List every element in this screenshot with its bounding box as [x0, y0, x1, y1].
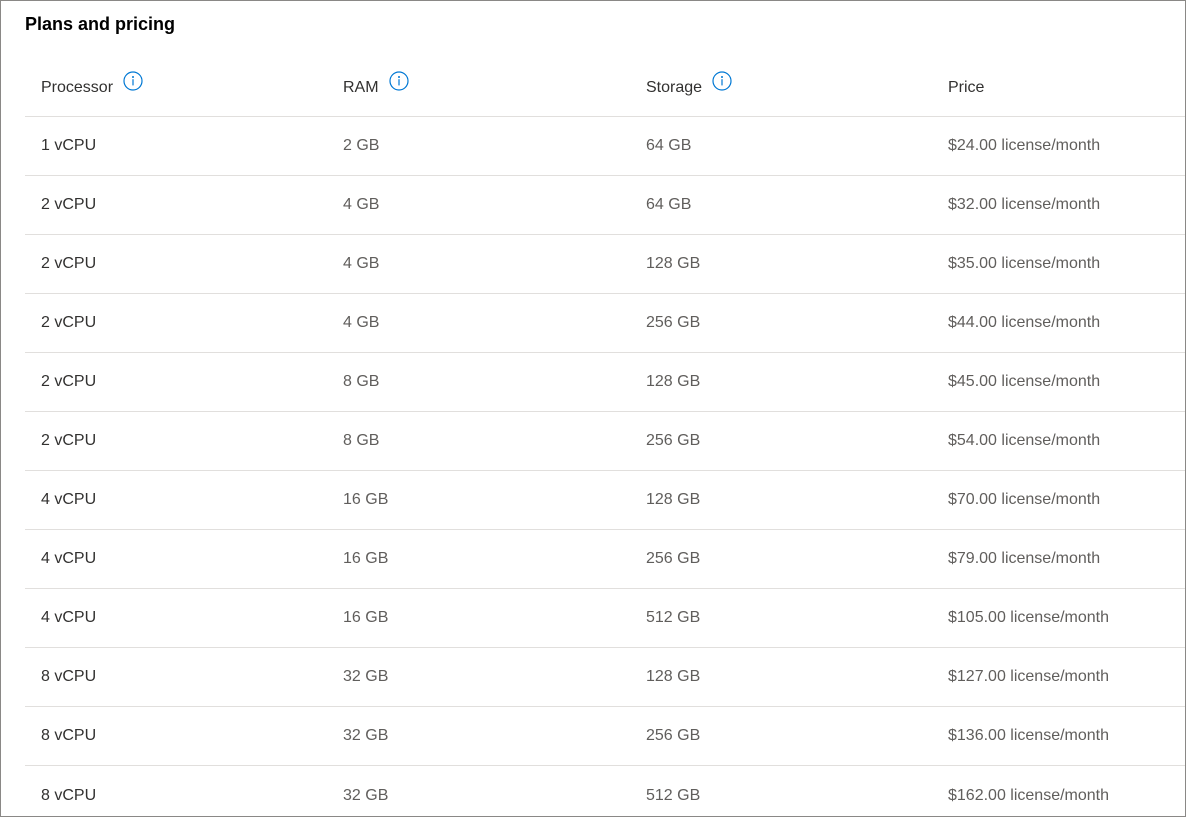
- cell-processor: 2 vCPU: [41, 373, 97, 390]
- table-row: 8 vCPU 32 GB 512 GB $162.00 license/mont…: [25, 766, 1185, 816]
- cell-storage: 512 GB: [646, 786, 701, 804]
- table-row: 1 vCPU 2 GB 64 GB $24.00 license/month: [25, 117, 1185, 176]
- cell-processor: 4 vCPU: [41, 491, 97, 508]
- cell-ram: 32 GB: [343, 668, 389, 685]
- cell-ram: 16 GB: [343, 550, 389, 567]
- column-header-label: Price: [948, 79, 985, 96]
- cell-ram: 4 GB: [343, 255, 380, 272]
- cell-processor: 8 vCPU: [41, 727, 97, 744]
- column-header-storage: Storage: [630, 71, 932, 98]
- cell-processor: 2 vCPU: [41, 196, 97, 213]
- column-header-label: Processor: [41, 79, 114, 96]
- table-row: 8 vCPU 32 GB 256 GB $136.00 license/mont…: [25, 707, 1185, 766]
- cell-ram: 8 GB: [343, 373, 380, 390]
- cell-processor: 1 vCPU: [41, 137, 97, 154]
- cell-processor: 2 vCPU: [41, 255, 97, 272]
- table-row: 2 vCPU 8 GB 256 GB $54.00 license/month: [25, 412, 1185, 471]
- cell-price: $70.00 license/month: [948, 491, 1101, 508]
- info-icon[interactable]: [123, 71, 143, 91]
- cell-ram: 4 GB: [343, 314, 380, 331]
- cell-price: $35.00 license/month: [948, 255, 1101, 272]
- table-row: 4 vCPU 16 GB 128 GB $70.00 license/month: [25, 471, 1185, 530]
- cell-processor: 4 vCPU: [41, 550, 97, 567]
- page-title: Plans and pricing: [25, 14, 176, 34]
- table-row: 4 vCPU 16 GB 256 GB $79.00 license/month: [25, 530, 1185, 589]
- table-header-row: Processor RAM Storage Price: [25, 57, 1185, 117]
- cell-price: $54.00 license/month: [948, 432, 1101, 449]
- cell-ram: 8 GB: [343, 432, 380, 449]
- cell-storage: 128 GB: [646, 668, 701, 685]
- cell-storage: 512 GB: [646, 609, 701, 626]
- cell-price: $44.00 license/month: [948, 314, 1101, 331]
- table-row: 4 vCPU 16 GB 512 GB $105.00 license/mont…: [25, 589, 1185, 648]
- cell-storage: 128 GB: [646, 255, 701, 272]
- cell-ram: 16 GB: [343, 609, 389, 626]
- info-icon[interactable]: [712, 71, 732, 91]
- cell-ram: 32 GB: [343, 727, 389, 744]
- table-row: 2 vCPU 8 GB 128 GB $45.00 license/month: [25, 353, 1185, 412]
- cell-storage: 256 GB: [646, 727, 701, 744]
- cell-storage: 256 GB: [646, 314, 701, 331]
- pricing-table: Processor RAM Storage Price 1 vCPU 2 GB …: [25, 57, 1185, 816]
- column-header-ram: RAM: [327, 71, 630, 98]
- table-row: 2 vCPU 4 GB 64 GB $32.00 license/month: [25, 176, 1185, 235]
- cell-price: $127.00 license/month: [948, 668, 1109, 685]
- cell-processor: 4 vCPU: [41, 609, 97, 626]
- cell-ram: 4 GB: [343, 196, 380, 213]
- cell-price: $105.00 license/month: [948, 609, 1109, 626]
- cell-storage: 64 GB: [646, 137, 692, 154]
- cell-price: $79.00 license/month: [948, 550, 1101, 567]
- cell-price: $162.00 license/month: [948, 786, 1109, 804]
- cell-ram: 2 GB: [343, 137, 380, 154]
- plans-and-pricing-panel: Plans and pricing Processor RAM Storage …: [0, 0, 1186, 817]
- cell-storage: 256 GB: [646, 432, 701, 449]
- cell-processor: 2 vCPU: [41, 432, 97, 449]
- table-row: 2 vCPU 4 GB 128 GB $35.00 license/month: [25, 235, 1185, 294]
- cell-price: $24.00 license/month: [948, 137, 1101, 154]
- table-row: 8 vCPU 32 GB 128 GB $127.00 license/mont…: [25, 648, 1185, 707]
- cell-storage: 128 GB: [646, 373, 701, 390]
- cell-storage: 256 GB: [646, 550, 701, 567]
- cell-processor: 2 vCPU: [41, 314, 97, 331]
- cell-storage: 128 GB: [646, 491, 701, 508]
- cell-processor: 8 vCPU: [41, 786, 97, 804]
- column-header-price: Price: [932, 75, 1185, 98]
- cell-price: $45.00 license/month: [948, 373, 1101, 390]
- cell-ram: 16 GB: [343, 491, 389, 508]
- column-header-label: Storage: [646, 79, 703, 96]
- cell-processor: 8 vCPU: [41, 668, 97, 685]
- cell-price: $32.00 license/month: [948, 196, 1101, 213]
- table-row: 2 vCPU 4 GB 256 GB $44.00 license/month: [25, 294, 1185, 353]
- column-header-processor: Processor: [25, 71, 327, 98]
- info-icon[interactable]: [388, 71, 409, 91]
- cell-price: $136.00 license/month: [948, 727, 1109, 744]
- cell-ram: 32 GB: [343, 786, 389, 804]
- column-header-label: RAM: [343, 79, 379, 96]
- cell-storage: 64 GB: [646, 196, 692, 213]
